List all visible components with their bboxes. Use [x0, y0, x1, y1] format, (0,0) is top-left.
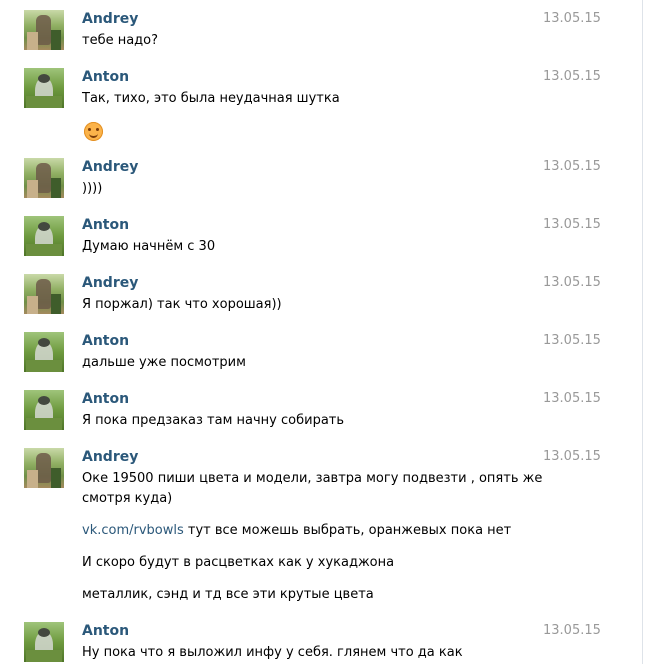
- message-date[interactable]: 13.05.15: [543, 159, 601, 174]
- message-date[interactable]: 13.05.15: [543, 217, 601, 232]
- message-date[interactable]: 13.05.15: [543, 11, 601, 26]
- author-name[interactable]: Anton: [82, 333, 129, 349]
- message-text: Я поржал) так что хорошая)): [82, 297, 282, 312]
- author-name[interactable]: Andrey: [82, 275, 138, 291]
- avatar[interactable]: [24, 216, 64, 256]
- avatar[interactable]: [24, 158, 64, 198]
- message-text: тебе надо?: [82, 33, 159, 48]
- message-date[interactable]: 13.05.15: [543, 391, 601, 406]
- message-text: дальше уже посмотрим: [82, 355, 246, 370]
- followup-message: металлик, сэнд и тд все эти крутые цвета: [82, 587, 374, 602]
- message: Anton 13.05.15 дальше уже посмотрим: [24, 332, 624, 382]
- avatar[interactable]: [24, 390, 64, 430]
- message-text: Ну пока что я выложил инфу у себя. гляне…: [82, 645, 463, 660]
- message: Anton 13.05.15 Думаю начнём с 30: [24, 216, 624, 266]
- message-text: смотря куда): [82, 491, 173, 506]
- message: Andrey 13.05.15 )))): [24, 158, 624, 208]
- message: Andrey 13.05.15 Я поржал) так что хороша…: [24, 274, 624, 324]
- message-text: Оке 19500 пиши цвета и модели, завтра мо…: [82, 471, 543, 486]
- message: Anton 13.05.15 Ну пока что я выложил инф…: [24, 622, 624, 664]
- message: Anton 13.05.15 Так, тихо, это была неуда…: [24, 68, 624, 148]
- message: Andrey 13.05.15 Оке 19500 пиши цвета и м…: [24, 448, 624, 610]
- author-name[interactable]: Anton: [82, 217, 129, 233]
- message-date[interactable]: 13.05.15: [543, 623, 601, 638]
- followup-text: тут все можешь выбрать, оранжевых пока н…: [183, 523, 512, 538]
- message-date[interactable]: 13.05.15: [543, 69, 601, 84]
- author-name[interactable]: Andrey: [82, 159, 138, 175]
- chat-right-border: [642, 0, 643, 664]
- message-text: Я пока предзаказ там начну собирать: [82, 413, 345, 428]
- avatar[interactable]: [24, 332, 64, 372]
- avatar[interactable]: [24, 68, 64, 108]
- avatar[interactable]: [24, 622, 64, 662]
- followup-message: И скоро будут в расцветках как у хукаджо…: [82, 555, 395, 570]
- avatar[interactable]: [24, 448, 64, 488]
- author-name[interactable]: Andrey: [82, 449, 138, 465]
- message-date[interactable]: 13.05.15: [543, 275, 601, 290]
- message-text: )))): [82, 181, 103, 196]
- avatar[interactable]: [24, 274, 64, 314]
- message-date[interactable]: 13.05.15: [543, 449, 601, 464]
- author-name[interactable]: Anton: [82, 391, 129, 407]
- message-text: Так, тихо, это была неудачная шутка: [82, 91, 340, 106]
- vk-link[interactable]: vk.com/rvbowls: [82, 523, 184, 538]
- author-name[interactable]: Andrey: [82, 11, 138, 27]
- followup-message: vk.com/rvbowls тут все можешь выбрать, о…: [82, 520, 602, 542]
- message: Anton 13.05.15 Я пока предзаказ там начн…: [24, 390, 624, 440]
- smile-emoji-icon: [84, 122, 103, 141]
- avatar[interactable]: [24, 10, 64, 50]
- author-name[interactable]: Anton: [82, 69, 129, 85]
- message-date[interactable]: 13.05.15: [543, 333, 601, 348]
- author-name[interactable]: Anton: [82, 623, 129, 639]
- message: Andrey 13.05.15 тебе надо?: [24, 10, 624, 60]
- message-text: Думаю начнём с 30: [82, 239, 216, 254]
